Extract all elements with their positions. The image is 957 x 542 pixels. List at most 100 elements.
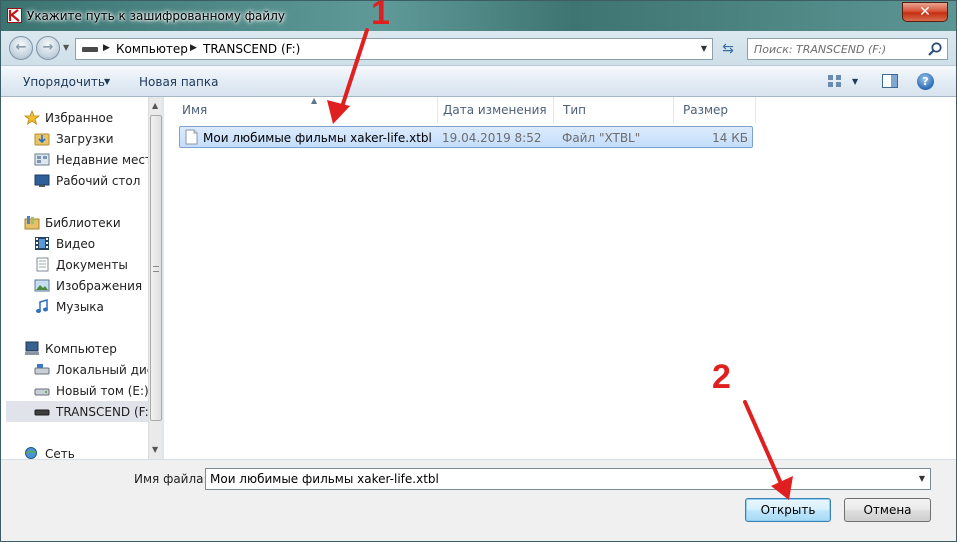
usb-drive-icon: [34, 409, 50, 416]
search-input[interactable]: [754, 41, 924, 57]
sidebar-item-label: Компьютер: [45, 342, 117, 356]
preview-pane-icon[interactable]: [881, 73, 899, 89]
sidebar-item-downloads[interactable]: Загрузки: [6, 128, 148, 149]
file-list-pane: Имя ▲ Дата изменения Тип Размер Мои люби…: [164, 96, 956, 459]
sidebar-item-label: Рабочий стол: [56, 174, 141, 188]
scroll-up-arrow-icon[interactable]: ▲: [152, 101, 158, 110]
sidebar-item-videos[interactable]: Видео: [6, 233, 148, 254]
sort-ascending-icon: ▲: [311, 96, 318, 105]
address-bar[interactable]: ▶ Компьютер ▶ TRANSCEND (F:) ▼: [75, 38, 713, 60]
close-icon: ✕: [919, 4, 931, 20]
sidebar-item-documents[interactable]: Документы: [6, 254, 148, 275]
sidebar-item-label: Сеть: [45, 447, 75, 459]
file-modified: 19.04.2019 8:52: [442, 131, 542, 145]
annotation-number-1: 1: [371, 0, 390, 32]
desktop-icon: [34, 174, 50, 187]
sidebar-item-label: Библиотеки: [45, 216, 121, 230]
drive-icon: [82, 47, 98, 52]
file-icon: [185, 129, 198, 145]
filename-label: Имя файла:: [134, 472, 208, 486]
cancel-button[interactable]: Отмена: [844, 498, 931, 522]
sidebar-item-new-volume[interactable]: Новый том (E:): [6, 380, 148, 401]
sidebar-item-label: Музыка: [56, 300, 104, 314]
table-row[interactable]: Мои любимые фильмы xaker-life.xtbl 19.04…: [179, 126, 753, 148]
breadcrumb-transcend[interactable]: TRANSCEND (F:): [203, 42, 300, 56]
command-bar: Упорядочить ▼ Новая папка ▼ ?: [1, 65, 956, 97]
sidebar-item-local-disk[interactable]: Локальный диск: [6, 359, 148, 380]
sidebar-item-label: Видео: [56, 237, 96, 251]
star-icon: [24, 110, 40, 125]
breadcrumb-arrow-icon[interactable]: ▶: [103, 43, 110, 53]
organize-button[interactable]: Упорядочить: [23, 75, 105, 89]
open-file-dialog: Укажите путь к зашифрованному файлу ✕ ← …: [0, 0, 957, 542]
sidebar-item-computer[interactable]: Компьютер: [6, 338, 148, 359]
window-title: Укажите путь к зашифрованному файлу: [27, 9, 285, 23]
title-bar[interactable]: Укажите путь к зашифрованному файлу ✕: [1, 1, 956, 31]
dialog-body: Избранное Загрузки Недавние места: [1, 96, 956, 459]
network-icon: [25, 447, 37, 459]
music-icon: [36, 299, 48, 313]
column-header-label: Дата изменения: [443, 103, 547, 117]
dialog-footer: Имя файла: ▼ Открыть Отмена: [1, 459, 956, 541]
navigation-scrollbar[interactable]: ▲ ▼: [148, 97, 162, 459]
file-type: Файл "XTBL": [562, 131, 641, 145]
sidebar-item-libraries[interactable]: Библиотеки: [6, 212, 148, 233]
file-name: Мои любимые фильмы xaker-life.xtbl: [203, 131, 432, 145]
computer-icon: [25, 341, 39, 355]
refresh-icon: ⇆: [722, 41, 734, 57]
column-header-size[interactable]: Размер: [674, 97, 756, 123]
sidebar-item-label: Локальный диск: [56, 363, 148, 377]
scroll-grip-icon: [153, 266, 159, 272]
forward-arrow-icon: →: [42, 40, 54, 55]
annotation-number-2: 2: [712, 358, 731, 396]
sidebar-item-desktop[interactable]: Рабочий стол: [6, 170, 148, 191]
breadcrumb-arrow-icon[interactable]: ▶: [190, 43, 197, 53]
sidebar-item-recent-places[interactable]: Недавние места: [6, 149, 148, 170]
sidebar-item-label: Недавние места: [56, 153, 148, 167]
sidebar-item-network[interactable]: Сеть: [6, 443, 148, 459]
address-row: ← → ▼ ▶ Компьютер ▶ TRANSCEND (F:) ▼ ⇆: [1, 31, 956, 65]
address-dropdown-chevron-down-icon[interactable]: ▼: [701, 44, 707, 53]
column-header-type[interactable]: Тип: [554, 97, 674, 123]
libraries-icon: [24, 216, 40, 230]
sidebar-item-label: TRANSCEND (F:): [56, 405, 148, 419]
sidebar-item-label: Изображения: [56, 279, 143, 293]
sidebar-item-music[interactable]: Музыка: [6, 296, 148, 317]
pictures-icon: [34, 279, 50, 292]
sidebar-item-label: Избранное: [45, 111, 114, 125]
recent-pages-chevron-down-icon[interactable]: ▼: [63, 43, 69, 52]
help-button[interactable]: ?: [917, 73, 934, 90]
help-icon: ?: [922, 75, 929, 88]
column-header-name[interactable]: Имя ▲: [173, 96, 438, 123]
filename-input[interactable]: [210, 471, 900, 487]
scrollbar-thumb[interactable]: [150, 115, 162, 421]
forward-button[interactable]: →: [36, 36, 60, 60]
documents-icon: [36, 257, 49, 272]
sidebar-item-pictures[interactable]: Изображения: [6, 275, 148, 296]
filename-chevron-down-icon[interactable]: ▼: [919, 474, 925, 483]
kaspersky-app-icon: [7, 8, 22, 23]
search-icon[interactable]: [927, 41, 943, 57]
local-disk-icon: [34, 364, 50, 375]
downloads-folder-icon: [34, 133, 50, 146]
open-button[interactable]: Открыть: [745, 498, 831, 522]
search-box[interactable]: [747, 38, 948, 60]
close-button[interactable]: ✕: [902, 2, 948, 22]
sidebar-item-label: Загрузки: [56, 132, 114, 146]
sidebar-item-favorites[interactable]: Избранное: [6, 107, 148, 128]
new-folder-button[interactable]: Новая папка: [139, 75, 218, 89]
scroll-down-arrow-icon[interactable]: ▼: [152, 445, 158, 454]
sidebar-item-transcend[interactable]: TRANSCEND (F:): [6, 401, 148, 422]
column-header-label: Размер: [683, 103, 729, 117]
sidebar-item-label: Документы: [56, 258, 128, 272]
refresh-button[interactable]: ⇆: [716, 39, 740, 59]
filename-combobox[interactable]: ▼: [205, 468, 931, 490]
drive-icon: [34, 388, 50, 396]
organize-chevron-down-icon[interactable]: ▼: [104, 77, 110, 86]
file-size: 14 КБ: [712, 131, 748, 145]
view-options-icon[interactable]: [826, 73, 844, 89]
column-header-date[interactable]: Дата изменения: [434, 97, 554, 123]
view-chevron-down-icon[interactable]: ▼: [852, 77, 858, 86]
back-button[interactable]: ←: [9, 36, 33, 60]
breadcrumb-computer[interactable]: Компьютер: [116, 42, 188, 56]
